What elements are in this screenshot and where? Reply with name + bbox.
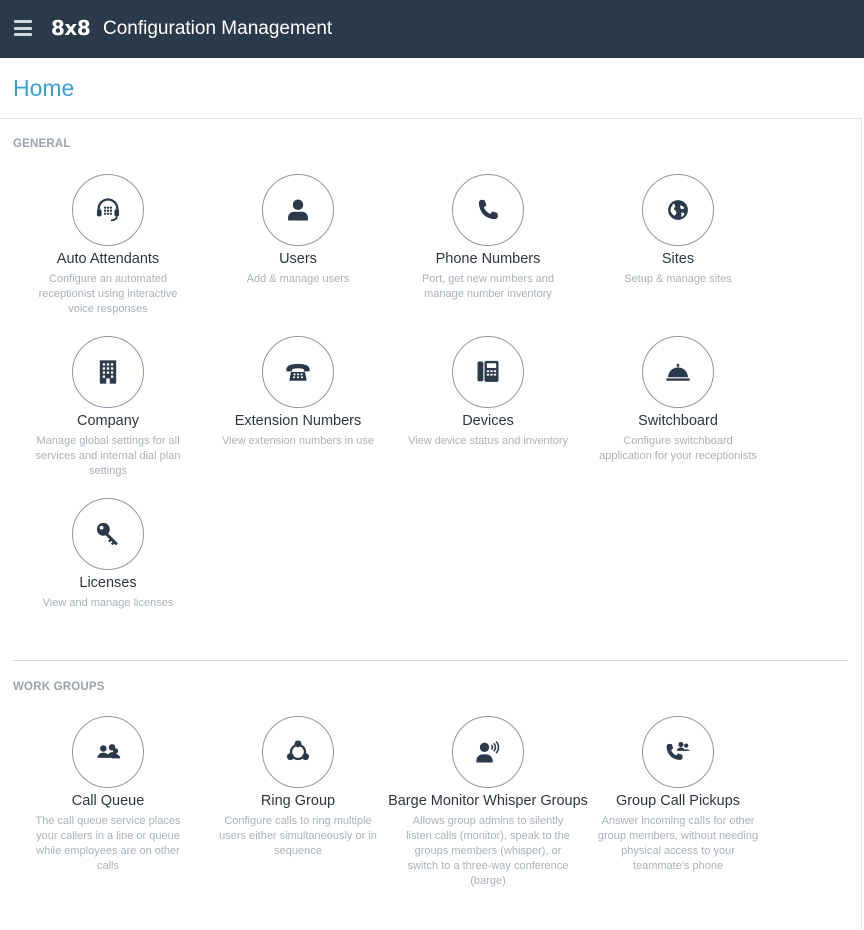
tile-name[interactable]: Phone Numbers [398,251,578,267]
tile-description: View device status and inventory [408,435,568,447]
tile-barge-monitor-whisper-groups[interactable]: Barge Monitor Whisper Groups Allows grou… [388,716,588,889]
page-title: Home [13,75,75,101]
user-icon [288,199,308,221]
tile-icon-circle[interactable] [642,174,714,246]
tile-licenses[interactable]: Licenses View and manage licenses [18,498,198,611]
phone-icon [478,199,498,220]
tile-name[interactable]: Group Call Pickups [588,793,768,809]
tile-icon-circle[interactable] [262,174,334,246]
hamburger-menu-icon[interactable] [14,20,32,36]
app-title: Configuration Management [103,18,333,39]
whisper-icon [476,741,500,763]
tile-name[interactable]: Switchboard [588,413,768,429]
tile-auto-attendants[interactable]: Auto Attendants Configure an automated r… [18,174,198,317]
tile-sites[interactable]: Sites Setup & manage sites [588,174,768,287]
tile-users[interactable]: Users Add & manage users [208,174,388,287]
tile-company[interactable]: Company Manage global settings for all s… [18,336,198,479]
tile-description: Allows group admins to silently listen c… [406,815,570,887]
tile-icon-circle[interactable] [642,336,714,408]
tile-icon-circle[interactable] [72,716,144,788]
content-border [861,118,862,930]
tile-switchboard[interactable]: Switchboard Configure switchboard applic… [588,336,768,464]
tile-description: Configure an automated receptionist usin… [38,273,178,315]
tile-description: Configure switchboard application for yo… [599,435,757,462]
tile-icon-circle[interactable] [72,336,144,408]
tile-icon-circle[interactable] [452,336,524,408]
tile-description: Manage global settings for all services … [35,435,181,477]
section-label-work-groups: WORK GROUPS [13,681,105,693]
tile-description: The call queue service places your calle… [35,815,181,872]
call-pickup-icon [666,741,690,760]
section-divider [13,660,847,661]
section-label-general: GENERAL [13,138,71,150]
ring-group-icon [286,740,310,761]
tile-ring-group[interactable]: Ring Group Configure calls to ring multi… [208,716,388,859]
tile-icon-circle[interactable] [642,716,714,788]
tile-group-call-pickups[interactable]: Group Call Pickups Answer incoming calls… [588,716,768,874]
top-navigation-bar: 8x8 Configuration Management [0,0,864,58]
tile-name[interactable]: Company [18,413,198,429]
tile-name[interactable]: Extension Numbers [208,413,388,429]
tile-name[interactable]: Devices [398,413,578,429]
globe-icon [668,200,688,220]
tile-description: Port, get new numbers and manage number … [421,273,555,300]
tile-name[interactable]: Auto Attendants [18,251,198,267]
desk-phone-icon [286,363,310,381]
tile-description: Configure calls to ring multiple users e… [219,815,377,857]
page-title-divider [0,118,862,119]
brand-logo[interactable]: 8x8 [51,16,91,40]
tile-icon-circle[interactable] [452,716,524,788]
tile-description: View and manage licenses [42,597,174,609]
device-icon [477,360,499,382]
building-icon [99,360,117,384]
tile-name[interactable]: Barge Monitor Whisper Groups [388,793,588,809]
tile-icon-circle[interactable] [262,336,334,408]
tile-extension-numbers[interactable]: Extension Numbers View extension numbers… [208,336,388,449]
queue-users-icon [97,744,121,759]
tile-icon-circle[interactable] [72,174,144,246]
key-icon [96,522,118,546]
tile-call-queue[interactable]: Call Queue The call queue service places… [18,716,198,874]
tile-icon-circle[interactable] [452,174,524,246]
service-bell-icon [666,363,690,381]
tile-name[interactable]: Sites [588,251,768,267]
tile-name[interactable]: Users [208,251,388,267]
tile-icon-circle[interactable] [262,716,334,788]
tile-name[interactable]: Licenses [18,575,198,591]
headset-icon [96,198,120,222]
tile-description: Answer incoming calls for other group me… [597,815,759,872]
tile-description: View extension numbers in use [221,435,375,447]
tile-icon-circle[interactable] [72,498,144,570]
tile-description: Setup & manage sites [624,273,732,285]
tile-devices[interactable]: Devices View device status and inventory [398,336,578,449]
tile-name[interactable]: Call Queue [18,793,198,809]
tile-description: Add & manage users [246,273,350,285]
tile-name[interactable]: Ring Group [208,793,388,809]
tile-phone-numbers[interactable]: Phone Numbers Port, get new numbers and … [398,174,578,302]
